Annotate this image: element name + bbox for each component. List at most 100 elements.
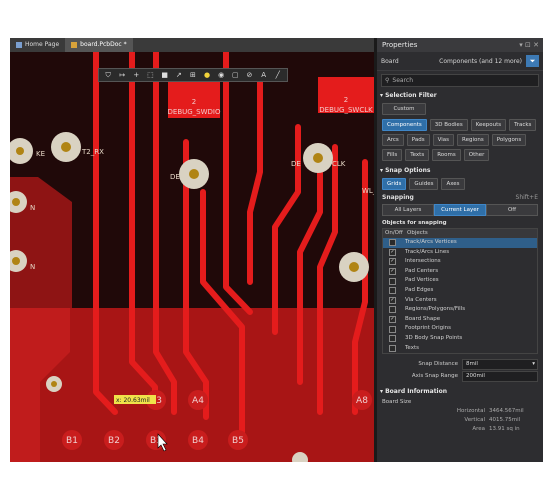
snap-layer-off[interactable]: Off <box>486 204 538 216</box>
filter-chip-keepouts[interactable]: Keepouts <box>470 119 507 131</box>
table-row[interactable]: Track/Arcs Vertices <box>383 238 537 248</box>
tab-board-pcbdoc[interactable]: board.PcbDoc * <box>65 38 133 52</box>
filter-chip-pads[interactable]: Pads <box>406 134 430 146</box>
snap-distance-field[interactable]: 8mil ▾ <box>462 358 538 370</box>
keepout-icon[interactable]: ⊘ <box>245 71 254 80</box>
checkbox[interactable]: ✓ <box>389 248 396 256</box>
filter-chip-3d-bodies[interactable]: 3D Bodies <box>429 119 468 131</box>
via-hole <box>51 381 57 387</box>
checkbox-cell <box>383 276 405 286</box>
filter-chip-other[interactable]: Other <box>463 149 490 161</box>
filter-chip-arcs[interactable]: Arcs <box>382 134 404 146</box>
snap-distance-row: Snap Distance 8mil ▾ <box>377 358 543 370</box>
checkbox[interactable] <box>389 306 396 314</box>
checkbox[interactable]: ✓ <box>389 296 396 304</box>
filter-chip-tracks[interactable]: Tracks <box>509 119 537 131</box>
checkbox[interactable] <box>389 325 396 333</box>
board-information-header[interactable]: ▾ Board Information <box>377 386 543 397</box>
filter-chip-rooms[interactable]: Rooms <box>432 149 461 161</box>
chevron-down-icon[interactable]: ▾ <box>532 360 535 369</box>
axis-snap-label: Axis Snap Range <box>411 373 458 380</box>
tab-home-page[interactable]: Home Page <box>10 38 65 52</box>
snap-options-header[interactable]: ▾ Snap Options <box>377 165 543 176</box>
custom-button[interactable]: Custom <box>382 103 426 115</box>
tab-label: Home Page <box>25 41 60 48</box>
checkbox-cell <box>383 305 405 315</box>
filter-chip-components[interactable]: Components <box>382 119 427 131</box>
snap-layer-all-layers[interactable]: All Layers <box>382 204 434 216</box>
pcb-canvas[interactable]: 2 DEBUG_SWDIO 2 DEBUG_SWCLK T2_RX KE DE … <box>10 49 374 462</box>
text-icon[interactable]: A <box>259 71 268 80</box>
filter-chip-fills[interactable]: Fills <box>382 149 403 161</box>
pin-icon[interactable]: ● <box>203 71 212 80</box>
checkbox[interactable] <box>389 335 396 343</box>
checkbox[interactable]: ✓ <box>389 258 396 266</box>
table-row[interactable]: 3D Body Snap Points <box>383 334 537 344</box>
checkbox[interactable] <box>389 287 396 295</box>
horizontal-label: Horizontal <box>456 408 485 415</box>
filter-chip-vias[interactable]: Vias <box>432 134 454 146</box>
snap-tabs: Grids Guides Axes <box>377 176 543 192</box>
filter-icon[interactable]: ⛉ <box>104 71 113 80</box>
line-icon[interactable]: ╱ <box>273 71 282 80</box>
checkbox[interactable]: ✓ <box>389 316 396 324</box>
table-row[interactable]: Pad Vertices <box>383 276 537 286</box>
table-row[interactable]: ✓ Via Centers <box>383 296 537 306</box>
custom-row: Custom <box>377 101 543 117</box>
plus-icon[interactable]: + <box>132 71 141 80</box>
axis-snap-field[interactable]: 200mil <box>462 370 538 382</box>
table-row[interactable]: ✓ Track/Arcs Lines <box>383 248 537 258</box>
snap-layer-current-layer[interactable]: Current Layer <box>434 204 486 216</box>
checkbox-cell <box>383 238 405 248</box>
route-icon[interactable]: ↦ <box>118 71 127 80</box>
pcb-drawing[interactable]: 2 DEBUG_SWDIO 2 DEBUG_SWCLK T2_RX KE DE … <box>10 49 374 462</box>
fill-icon[interactable]: ■ <box>160 71 169 80</box>
object-label: Via Centers <box>405 296 437 303</box>
filter-chip-regions[interactable]: Regions <box>457 134 489 146</box>
cursor-readout: x: 20.63mil <box>116 397 150 404</box>
table-row[interactable]: Footprint Origins <box>383 324 537 334</box>
polygon-icon[interactable]: ▢ <box>231 71 240 80</box>
checkbox[interactable] <box>389 277 396 285</box>
selection-filter-chips: Components 3D Bodies Keepouts Tracks Arcs Pad… <box>377 117 543 163</box>
filter-chip-polygons[interactable]: Polygons <box>491 134 527 146</box>
snap-tab-grids[interactable]: Grids <box>382 178 407 190</box>
search-input[interactable]: ⚲ Search <box>381 74 539 87</box>
measure-icon[interactable]: ⊞ <box>188 71 197 80</box>
axis-snap-row: Axis Snap Range 200mil <box>377 370 543 382</box>
arc-route-icon[interactable]: ↗ <box>174 71 183 80</box>
via-icon[interactable]: ◉ <box>217 71 226 80</box>
home-icon <box>16 42 22 48</box>
table-row[interactable]: Pad Edges <box>383 286 537 296</box>
filter-chip-texts[interactable]: Texts <box>405 149 430 161</box>
filter-icon[interactable]: ⏷ <box>526 55 539 67</box>
table-row[interactable]: Texts <box>383 344 537 354</box>
object-label: Track/Arcs Vertices <box>405 239 457 245</box>
panel-controls-icon[interactable]: ▾ ⊡ ✕ <box>519 38 539 52</box>
object-label: Texts <box>405 344 419 351</box>
panel-title: Properties <box>382 41 418 49</box>
snapping-shortcut: Shift+E <box>515 193 538 201</box>
checkbox[interactable] <box>389 344 396 352</box>
table-row[interactable]: ✓ Intersections <box>383 257 537 267</box>
checkbox[interactable]: ✓ <box>389 268 396 276</box>
area-label: Area <box>472 426 485 433</box>
snap-tab-axes[interactable]: Axes <box>441 178 465 190</box>
snapping-row: Snapping Shift+E <box>377 192 543 202</box>
section-title: Board Information <box>385 388 448 396</box>
table-row[interactable]: ✓ Board Shape <box>383 315 537 325</box>
snap-tab-guides[interactable]: Guides <box>409 178 439 190</box>
object-label: Board Shape <box>405 315 441 322</box>
table-row[interactable]: Regions/Polygons/Fills <box>383 305 537 315</box>
components-filter[interactable]: Components (and 12 more) ⏷ <box>439 55 539 67</box>
vertical-value: 4015.75mil <box>489 417 521 424</box>
selection-filter-header[interactable]: ▾ Selection Filter <box>377 90 543 101</box>
table-row[interactable]: ✓ Pad Centers <box>383 267 537 277</box>
object-label: Track/Arcs Lines <box>405 248 450 255</box>
area-row: Area 13.91 sq in <box>377 425 543 434</box>
via-hole <box>61 142 71 152</box>
horizontal-row: Horizontal 3464.567mil <box>377 407 543 416</box>
checkbox[interactable] <box>389 239 396 247</box>
select-rect-icon[interactable]: ⬚ <box>146 71 155 80</box>
checkbox-cell <box>383 324 405 334</box>
